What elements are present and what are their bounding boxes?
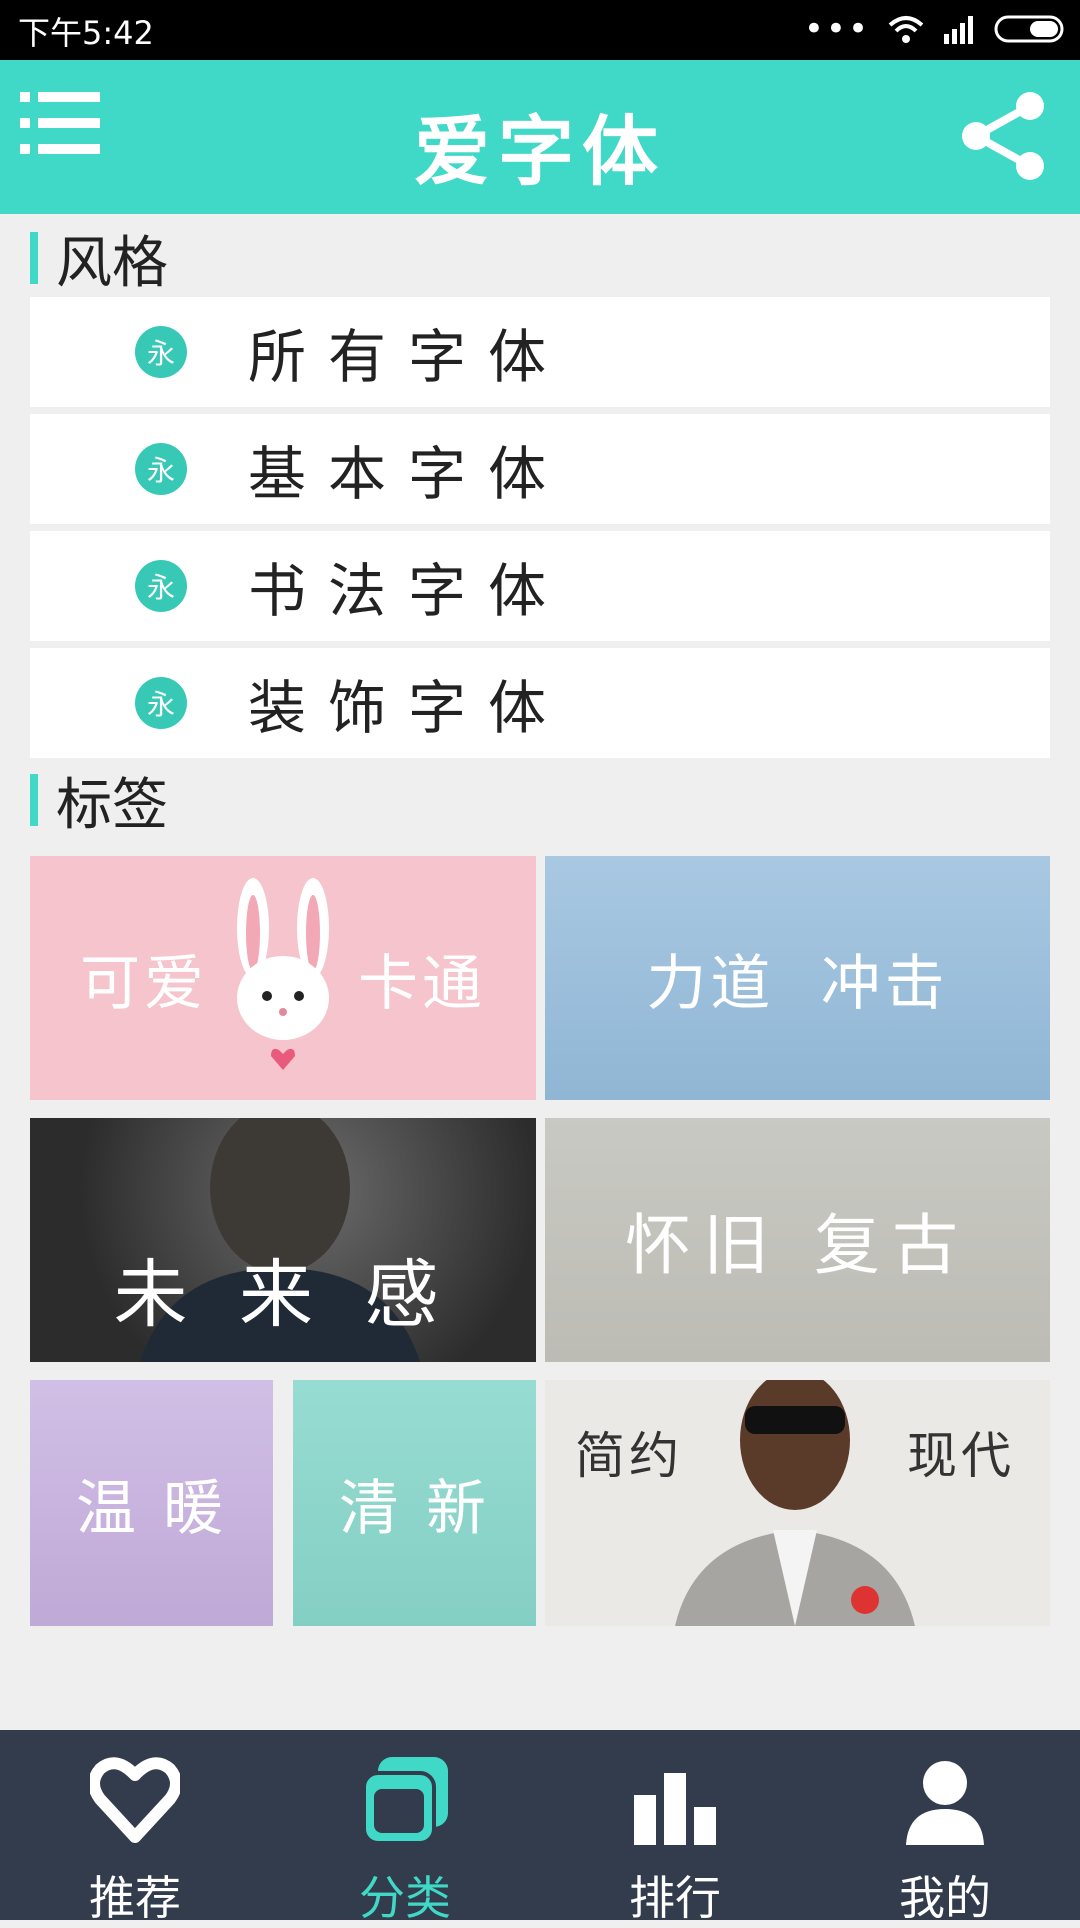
rabbit-icon <box>237 878 329 1070</box>
heart-icon <box>90 1757 180 1843</box>
tile-label: 未 来 感 <box>113 1252 453 1338</box>
tab-label: 推荐 <box>89 1871 181 1925</box>
tag-tile-warm[interactable]: 温 暖 <box>30 1380 273 1626</box>
bottom-nav: 推荐 分类 排行 我的 <box>0 1730 1080 1925</box>
style-section-title: 风格 <box>56 230 168 296</box>
tab-label: 排行 <box>629 1871 721 1925</box>
signal-icon <box>944 16 973 44</box>
tile-label-left: 可爱 <box>80 948 208 1019</box>
section-accent-bar <box>30 232 38 284</box>
tab-category[interactable]: 分类 <box>295 1730 515 1925</box>
tag-tile-fresh[interactable]: 清 新 <box>293 1380 536 1626</box>
tile-label: 怀旧 复古 <box>625 1207 970 1284</box>
tab-recommend[interactable]: 推荐 <box>25 1730 245 1925</box>
wifi-icon <box>888 16 924 43</box>
style-item-basic-fonts[interactable]: 永 基本字体 <box>30 414 1050 524</box>
profile-icon <box>906 1761 984 1845</box>
style-section-header: 风格 <box>30 228 168 296</box>
tag-tile-power-impact[interactable]: 力道 冲击 <box>545 856 1050 1100</box>
portrait-image <box>675 1380 915 1626</box>
font-badge-icon: 永 <box>135 326 187 378</box>
tab-ranking[interactable]: 排行 <box>565 1730 785 1925</box>
style-item-label: 装饰字体 <box>248 674 569 742</box>
status-bar: 下午5:42 ••• <box>0 0 1080 60</box>
tag-tile-minimal-modern[interactable]: 简约 现代 <box>545 1380 1050 1626</box>
tile-label-right: 现代 <box>907 1427 1015 1485</box>
tag-tile-nostalgic-retro[interactable]: 怀旧 复古 <box>545 1118 1050 1362</box>
status-time: 下午5:42 <box>18 14 154 52</box>
share-icon[interactable] <box>954 86 1054 186</box>
app-bar: 爱字体 <box>0 60 1080 214</box>
section-accent-bar <box>30 774 38 826</box>
tile-label-right: 卡通 <box>358 948 486 1019</box>
tab-profile[interactable]: 我的 <box>835 1730 1055 1925</box>
status-icons: ••• <box>804 12 1066 46</box>
style-item-label: 所有字体 <box>248 323 569 391</box>
tag-section-title: 标签 <box>56 772 168 838</box>
font-badge-icon: 永 <box>135 677 187 729</box>
ranking-icon <box>634 1773 716 1845</box>
tag-section-header: 标签 <box>30 770 168 838</box>
font-badge-icon: 永 <box>135 443 187 495</box>
tile-label: 清 新 <box>338 1473 491 1544</box>
category-icon <box>362 1757 448 1845</box>
tab-label: 分类 <box>359 1871 451 1925</box>
tile-label: 力道 冲击 <box>646 948 949 1019</box>
style-item-label: 基本字体 <box>248 440 569 508</box>
style-item-all-fonts[interactable]: 永 所有字体 <box>30 297 1050 407</box>
style-item-label: 书法字体 <box>248 557 569 625</box>
tile-label: 温 暖 <box>75 1473 228 1544</box>
tile-label-left: 简约 <box>575 1427 683 1485</box>
tab-label: 我的 <box>899 1871 991 1925</box>
style-item-decorative-fonts[interactable]: 永 装饰字体 <box>30 648 1050 758</box>
more-dots-icon: ••• <box>803 9 870 49</box>
app-title: 爱字体 <box>414 107 666 196</box>
tag-tile-futuristic[interactable]: 未 来 感 <box>30 1118 536 1362</box>
style-item-calligraphy-fonts[interactable]: 永 书法字体 <box>30 531 1050 641</box>
tag-tile-cute-cartoon[interactable]: 可爱 卡通 <box>30 856 536 1100</box>
battery-icon <box>994 15 1064 43</box>
font-badge-icon: 永 <box>135 560 187 612</box>
